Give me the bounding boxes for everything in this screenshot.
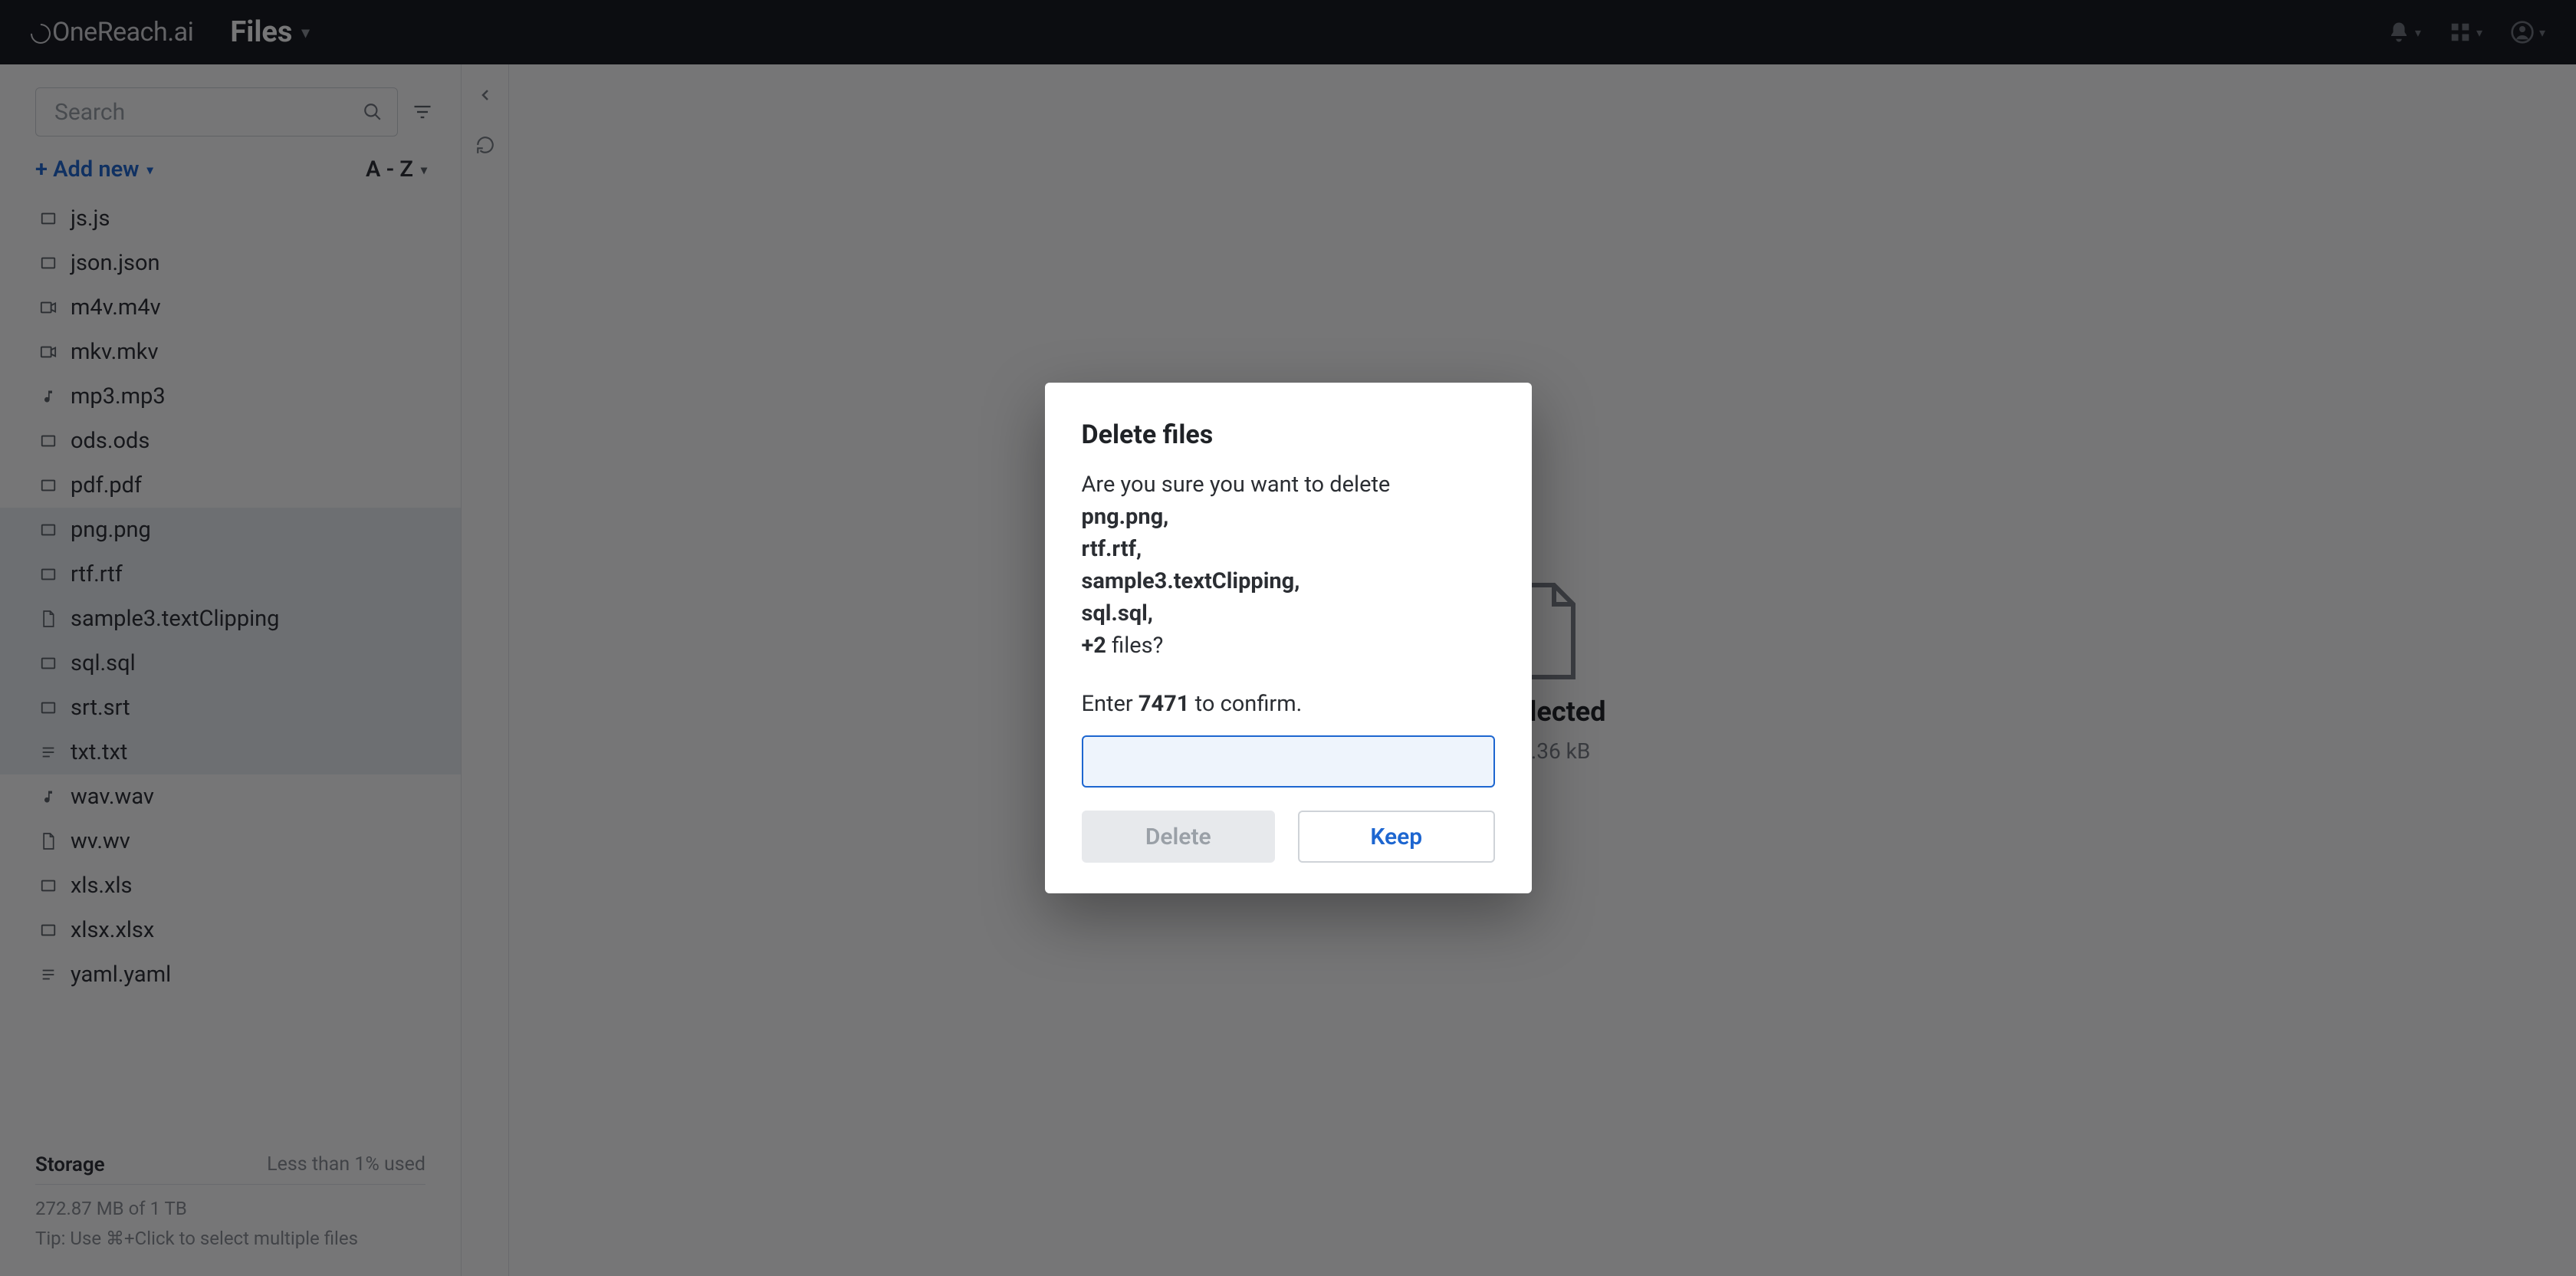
delete-files-modal: Delete files Are you sure you want to de… bbox=[1045, 383, 1532, 893]
confirm-code-input[interactable] bbox=[1082, 735, 1495, 788]
keep-button[interactable]: Keep bbox=[1298, 811, 1495, 863]
modal-title: Delete files bbox=[1082, 419, 1495, 450]
modal-message: Are you sure you want to delete png.png,… bbox=[1082, 469, 1495, 662]
delete-button[interactable]: Delete bbox=[1082, 811, 1276, 863]
modal-overlay[interactable]: Delete files Are you sure you want to de… bbox=[0, 0, 2576, 1276]
modal-confirm-instruction: Enter 7471 to confirm. bbox=[1082, 688, 1495, 720]
